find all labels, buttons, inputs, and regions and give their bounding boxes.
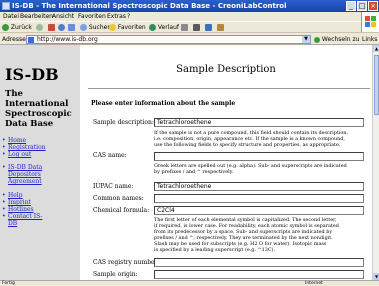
- menu-bar: Datei Bearbeiten Ansicht Favoriten Extra…: [0, 12, 379, 21]
- close-icon[interactable]: ×: [368, 1, 378, 11]
- print-icon: [193, 24, 200, 31]
- help-line: by prefixes / and ^ respectively.: [154, 169, 234, 175]
- stop-icon: [48, 24, 55, 31]
- page-icon: [28, 37, 34, 43]
- sample-description-input[interactable]: Tetrachloroethene: [154, 118, 364, 127]
- forward-arrow-icon: [36, 24, 43, 31]
- search-icon: [80, 24, 87, 31]
- status-text: Fertig: [2, 281, 15, 286]
- site-title-line: The: [5, 89, 23, 99]
- status-bar: Fertig Internet: [0, 280, 379, 286]
- scroll-thumb[interactable]: [374, 55, 379, 115]
- home-icon: [68, 24, 75, 31]
- edit-icon: [205, 24, 212, 31]
- windows-logo-icon: [361, 12, 379, 32]
- sample-description-help: If the sample is not a pure compound, th…: [154, 130, 366, 148]
- page-title: Sample Description: [176, 64, 276, 75]
- site-title-line: International: [5, 99, 69, 109]
- form-instruction: Please enter information about the sampl…: [91, 100, 236, 107]
- nav-agreement-link-line3[interactable]: Agreement: [8, 178, 42, 185]
- favorites-label: Favoriten: [117, 24, 146, 31]
- chevron-down-icon[interactable]: ▼: [302, 36, 310, 43]
- nav-contact-link-line2[interactable]: DB: [8, 220, 17, 227]
- nav-agreement-link[interactable]: IS-DB Data: [2, 164, 42, 171]
- sidebar: IS-DB The International Spectroscopic Da…: [0, 45, 80, 280]
- status-zone: Internet: [305, 281, 323, 286]
- nav-registration-link[interactable]: Registration: [2, 144, 46, 151]
- nav-imprint-link[interactable]: Imprint: [2, 199, 31, 206]
- back-arrow-icon: [2, 24, 9, 31]
- nav-home-link[interactable]: Home: [2, 137, 26, 144]
- menu-edit[interactable]: Bearbeiten: [20, 12, 53, 21]
- discuss-icon: [217, 24, 224, 31]
- cas-name-label: CAS name:: [93, 152, 127, 159]
- nav-help-link[interactable]: Help: [2, 192, 22, 199]
- main-panel: Sample Description Please enter informat…: [80, 45, 372, 280]
- menu-file[interactable]: Datei: [3, 12, 19, 21]
- menu-tools[interactable]: Extras: [107, 12, 126, 21]
- menu-view[interactable]: Ansicht: [52, 12, 74, 21]
- site-title-line: Data Base: [5, 119, 54, 129]
- menu-help[interactable]: ?: [127, 12, 130, 21]
- nav-hotlines-link[interactable]: Hotlines: [2, 206, 34, 213]
- nav-contact-link[interactable]: Contact IS-: [2, 213, 43, 220]
- star-icon: [109, 24, 116, 31]
- vertical-scrollbar[interactable]: ▲ ▼: [372, 45, 379, 280]
- help-line: use the following fields to specify stru…: [154, 142, 341, 148]
- iupac-name-input[interactable]: Tetrachloroethene: [154, 182, 364, 191]
- page-content: IS-DB The International Spectroscopic Da…: [0, 45, 372, 280]
- divider: [88, 88, 370, 89]
- chemical-formula-help: The first letter of each elemental symbo…: [154, 217, 366, 253]
- mail-icon: [181, 24, 188, 31]
- address-bar: Adresse http://www.is-db.org ▼ Wechseln …: [0, 32, 379, 45]
- window-buttons: _ □ ×: [346, 1, 378, 11]
- maximize-icon[interactable]: □: [357, 1, 367, 11]
- toolbar: Zurück Suchen Favoriten Verlauf: [0, 21, 361, 32]
- nav-logout-link[interactable]: Log out: [2, 151, 31, 158]
- go-label: Wechseln zu: [321, 36, 360, 43]
- site-logo: IS-DB: [5, 65, 59, 84]
- sample-origin-label: Sample origin:: [93, 271, 138, 278]
- refresh-icon: [58, 24, 65, 31]
- nav-agreement-link-line2[interactable]: Depositors: [8, 171, 41, 178]
- sample-description-label: Sample description:: [93, 119, 154, 126]
- window-titlebar: IS-DB - The International Spectroscopic …: [0, 0, 379, 12]
- cas-name-input[interactable]: [154, 152, 364, 161]
- search-label: Suchen: [88, 24, 112, 31]
- url-text: http://www.is-db.org: [37, 36, 98, 43]
- go-arrow-icon: [314, 36, 320, 43]
- common-names-input[interactable]: [154, 194, 364, 203]
- common-names-label: Common names:: [93, 195, 144, 202]
- cas-registry-number-label: CAS registry number:: [93, 259, 160, 266]
- site-title-line: Spectroscopic: [5, 109, 72, 119]
- window-title: IS-DB - The International Spectroscopic …: [12, 2, 287, 10]
- browser-icon: [2, 2, 10, 10]
- scroll-down-icon[interactable]: ▼: [373, 273, 379, 280]
- help-line: is specified by a leading superscript (e…: [154, 247, 276, 253]
- url-input[interactable]: http://www.is-db.org ▼: [26, 35, 311, 44]
- chemical-formula-input[interactable]: C2Cl4: [154, 206, 364, 215]
- scroll-up-icon[interactable]: ▲: [373, 45, 379, 52]
- history-label: Verlauf: [157, 24, 179, 31]
- site-title: The International Spectroscopic Data Bas…: [5, 89, 79, 129]
- minimize-icon[interactable]: _: [346, 1, 356, 11]
- cas-registry-number-input[interactable]: [154, 258, 364, 267]
- sample-origin-input[interactable]: [154, 270, 364, 279]
- chemical-formula-label: Chemical formula:: [93, 207, 150, 214]
- back-label: Zurück: [10, 24, 32, 31]
- history-icon: [149, 24, 156, 31]
- menu-favorites[interactable]: Favoriten: [78, 12, 106, 21]
- cas-name-help: Greek letters are spelled out (e.g. alph…: [154, 163, 366, 175]
- iupac-name-label: IUPAC name:: [93, 183, 134, 190]
